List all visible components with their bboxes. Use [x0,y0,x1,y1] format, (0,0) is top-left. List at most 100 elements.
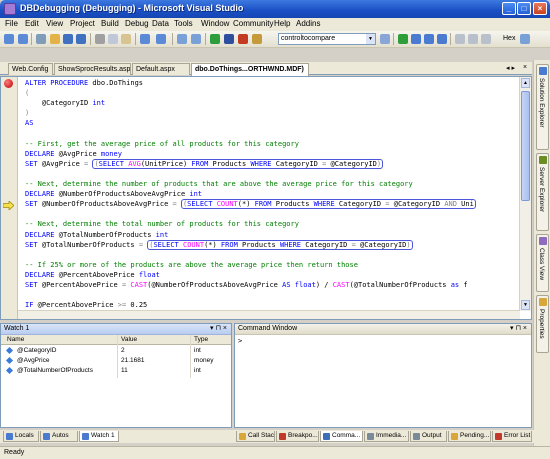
step-into-icon[interactable] [411,34,421,44]
bottom-tab-output[interactable]: Output [410,431,447,442]
maximize-button[interactable]: □ [517,2,531,15]
add-item-icon[interactable] [36,34,46,44]
code-token: @NumberOfProductsAboveAvgPrice [37,200,173,209]
scroll-thumb[interactable] [521,91,530,201]
continue-icon[interactable] [210,34,220,44]
menu-window[interactable]: Window [201,19,229,28]
threads-icon[interactable] [468,34,478,44]
copy-icon[interactable] [108,34,118,44]
step-over-icon[interactable] [424,34,434,44]
solution-explorer-label: Solution Explorer [538,78,545,128]
break-all-icon[interactable] [224,34,234,44]
bottom-tab-autos[interactable]: Autos [40,431,78,442]
watch-row[interactable]: @TotalNumberOfProducts 11 int [1,366,231,375]
bottom-tab-comma[interactable]: Comma... [320,431,363,442]
code-token: DECLARE [25,230,55,239]
bottom-tab-pending[interactable]: Pending... [448,431,491,442]
code-token: CAST [332,281,350,289]
code-token: FROM [254,200,272,209]
save-all-icon[interactable] [76,34,86,44]
bottom-tab-icon [367,433,374,440]
tab-solution-explorer[interactable]: Solution Explorer [536,64,549,150]
paste-icon[interactable] [121,34,131,44]
open-file-icon[interactable] [50,34,60,44]
pause-icon[interactable] [455,34,465,44]
cut-icon[interactable] [95,34,105,44]
navigate-backward-icon[interactable] [177,34,187,44]
command-window[interactable]: Command Window ▾ ⊓ × > [234,323,532,428]
bottom-tab-error-list[interactable]: Error List [492,431,532,442]
undo-icon[interactable] [140,34,150,44]
back-icon[interactable] [4,34,14,44]
tab-class-view[interactable]: Class View [536,234,549,292]
find-combo[interactable]: controltocompare ▼ [278,33,376,45]
minimize-button[interactable]: _ [502,2,516,15]
variable-icon [5,346,14,355]
watch-row[interactable]: @AvgPrice 21.1681 money [1,356,231,365]
window-options-icon[interactable] [520,34,530,44]
close-button[interactable]: × [533,2,547,15]
menu-tools[interactable]: Tools [174,19,193,28]
find-in-files-icon[interactable] [252,34,262,44]
hex-toggle[interactable]: Hex [503,35,515,42]
tab-web-config[interactable]: Web.Config [8,63,53,75]
tab-navigation-arrows[interactable]: ◂ ▸ [506,64,515,72]
watch-window-controls[interactable]: ▾ ⊓ × [210,324,227,334]
tab-default-aspx[interactable]: Default.aspx [132,63,190,75]
chevron-down-icon[interactable]: ▼ [366,34,375,44]
code-line: SET @AvgPrice = (SELECT AVG(UnitPrice) F… [25,158,384,169]
forward-icon[interactable] [18,34,28,44]
menu-help[interactable]: Help [274,19,290,28]
menu-view[interactable]: View [46,19,63,28]
watch-row[interactable]: @CategoryID 2 int [1,346,231,355]
menu-file[interactable]: File [5,19,18,28]
code-token: -- First, get the average price of all p… [25,139,299,148]
command-window-controls[interactable]: ▾ ⊓ × [510,324,527,334]
scroll-down-icon[interactable]: ▼ [521,300,530,310]
save-icon[interactable] [63,34,73,44]
bottom-tab-watch-1[interactable]: Watch 1 [79,431,119,442]
redo-icon[interactable] [156,34,166,44]
close-document-icon[interactable]: × [523,64,527,71]
menu-addins[interactable]: Addins [296,19,320,28]
menu-project[interactable]: Project [70,19,95,28]
code-token: @PercentAbovePrice [37,281,122,289]
command-prompt[interactable]: > [238,337,242,345]
bottom-tab-locals[interactable]: Locals [3,431,39,442]
code-token: -- Next, determine the total number of p… [25,220,299,229]
toolbar-options-icon[interactable] [380,34,390,44]
stop-debugging-icon[interactable] [238,34,248,44]
navigate-forward-icon[interactable] [191,34,201,44]
code-line: SET @TotalNumberOfProducts = (SELECT COU… [25,239,413,250]
code-token: FROM [220,240,238,249]
menu-community[interactable]: Community [233,19,273,28]
column-name[interactable]: Name [7,336,24,343]
vertical-scrollbar[interactable]: ▲ ▼ [519,77,531,311]
bottom-tab-breakpo[interactable]: Breakpo... [276,431,319,442]
tab-server-explorer[interactable]: Server Explorer [536,153,549,231]
column-value[interactable]: Value [121,336,137,343]
tab-dbo-dothings[interactable]: dbo.DoThings...ORTHWND.MDF) [191,63,309,76]
menu-build[interactable]: Build [101,19,119,28]
step-out-icon[interactable] [437,34,447,44]
menu-edit[interactable]: Edit [25,19,39,28]
bottom-tab-label: Breakpo... [288,432,318,439]
bottom-tab-call-stack[interactable]: Call Stack [236,431,275,442]
breakpoints-icon[interactable] [481,34,491,44]
indicator-margin[interactable] [1,77,18,319]
tab-properties[interactable]: Properties [536,295,549,353]
menu-data[interactable]: Data [152,19,169,28]
show-next-statement-icon[interactable] [398,34,408,44]
tab-showsprocresults-aspx[interactable]: ShowSprocResults.aspx [54,63,131,75]
visual-studio-app-icon [4,3,16,15]
horizontal-scrollbar[interactable] [18,310,520,319]
code-token: -- Next, determine the number of product… [25,180,413,188]
scroll-up-icon[interactable]: ▲ [521,78,530,88]
code-editor[interactable]: ALTER PROCEDURE dbo.DoThings( @CategoryI… [0,76,532,320]
menu-debug[interactable]: Debug [125,19,149,28]
bottom-tab-immedia[interactable]: Immedia... [364,431,409,442]
code-token: WHERE [279,240,302,249]
column-type[interactable]: Type [194,336,208,343]
code-token: >= [117,301,127,310]
breakpoint-icon[interactable] [4,79,13,88]
